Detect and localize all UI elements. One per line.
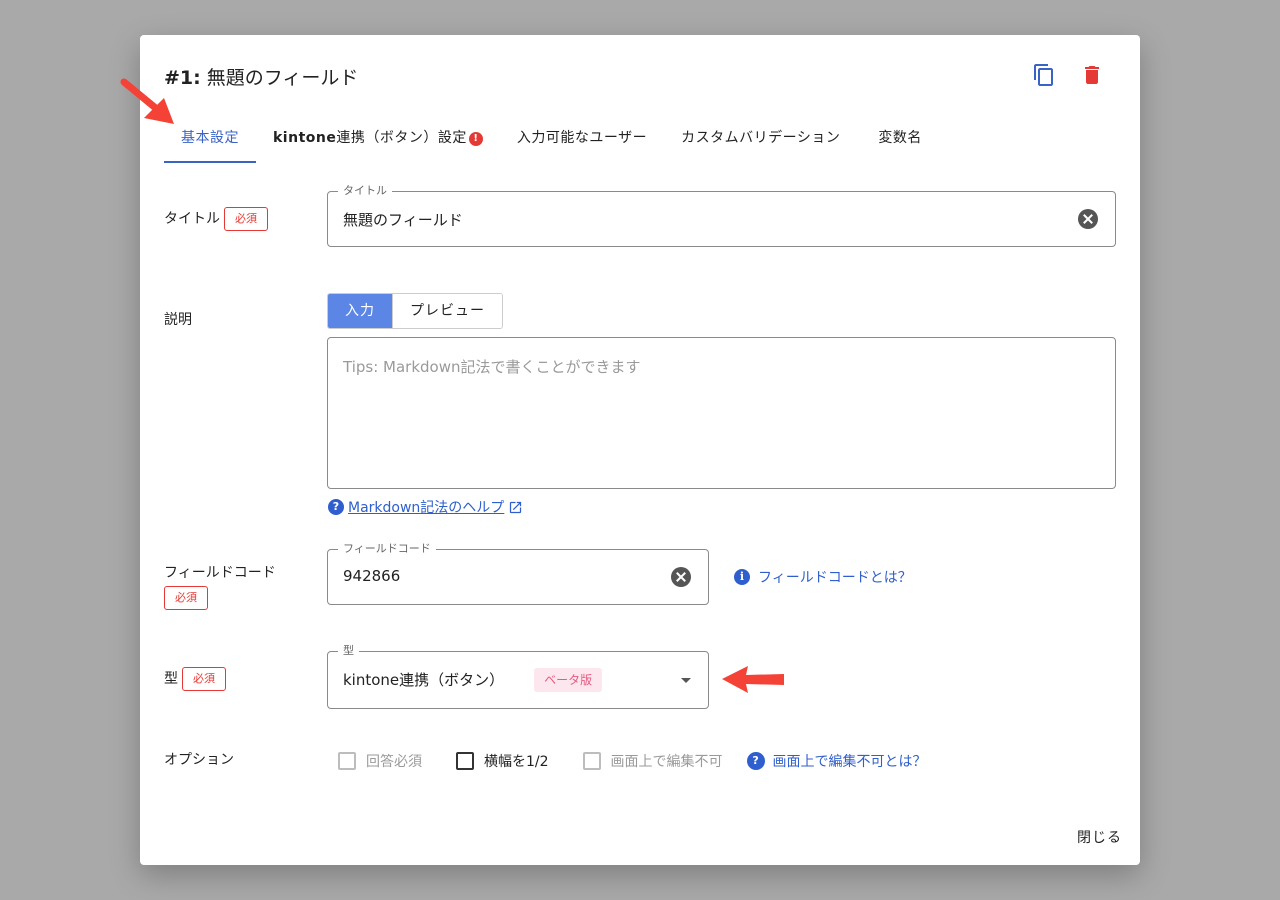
copy-icon: [1034, 64, 1053, 86]
clear-icon[interactable]: [1078, 209, 1098, 229]
required-badge: 必須: [164, 586, 208, 610]
dialog-title: #1: 無題のフィールド: [164, 63, 358, 90]
field-code-value: 942866: [343, 567, 401, 585]
type-select[interactable]: 型 kintone連携（ボタン） ベータ版: [327, 643, 709, 709]
read-only-help-text: 画面上で編集不可とは？: [772, 754, 927, 770]
type-label-text: 型: [164, 671, 178, 687]
description-mode-toggle: 入力 プレビュー: [327, 293, 503, 329]
beta-badge: ベータ版: [534, 668, 603, 692]
field-code-label-text: フィールドコード: [164, 565, 276, 581]
checkbox-required-answer[interactable]: 回答必須: [338, 751, 422, 771]
clear-icon[interactable]: [671, 567, 691, 587]
type-label: 型必須: [164, 667, 226, 691]
tab-label: 連携（ボタン）設定: [336, 130, 467, 146]
type-select-value: kintone連携（ボタン） ベータ版: [343, 668, 603, 692]
required-badge: 必須: [182, 667, 226, 691]
checkbox-box: [582, 752, 601, 770]
trash-icon: [1085, 66, 1099, 84]
annotation-arrow-type: [722, 666, 784, 693]
close-button[interactable]: 閉じる: [1077, 827, 1122, 847]
help-icon: ?: [328, 499, 344, 515]
title-input[interactable]: タイトル 無題のフィールド: [327, 183, 1116, 247]
title-input-legend: タイトル: [338, 183, 392, 199]
title-label-text: タイトル: [164, 211, 220, 227]
tab-label: 入力可能なユーザー: [516, 130, 648, 146]
description-textarea[interactable]: Tips: Markdown記法で書くことができます: [327, 337, 1116, 489]
copy-button[interactable]: [1030, 61, 1058, 89]
checkbox-box: [338, 752, 356, 770]
description-placeholder: Tips: Markdown記法で書くことができます: [343, 358, 641, 376]
dropdown-arrow-icon: [681, 678, 691, 683]
toggle-input-button[interactable]: 入力: [328, 294, 392, 328]
tab-label: 変数名: [878, 130, 922, 146]
markdown-help-link[interactable]: ? Markdown記法のヘルプ: [328, 497, 523, 517]
required-badge: 必須: [224, 207, 268, 231]
delete-button[interactable]: [1078, 61, 1106, 89]
field-code-input[interactable]: フィールドコード 942866: [327, 541, 709, 605]
title-input-value: 無題のフィールド: [343, 211, 463, 229]
help-icon: ?: [746, 752, 765, 770]
markdown-help-text: Markdown記法のヘルプ: [348, 500, 505, 516]
description-label: 説明: [164, 312, 192, 328]
read-only-help-link[interactable]: ? 画面上で編集不可とは？: [746, 751, 927, 771]
type-select-legend: 型: [338, 643, 359, 659]
checkbox-label: 画面上で編集不可: [610, 754, 723, 770]
tab-basic-settings[interactable]: 基本設定: [164, 123, 256, 163]
field-code-info-link[interactable]: i フィールドコードとは？: [734, 567, 912, 587]
tab-allowed-users[interactable]: 入力可能なユーザー: [500, 123, 664, 163]
tab-label-kintone: kintone: [273, 130, 337, 146]
checkbox-read-only[interactable]: 画面上で編集不可: [582, 751, 723, 771]
toggle-preview-button[interactable]: プレビュー: [392, 294, 502, 328]
tab-variable-name[interactable]: 変数名: [861, 123, 939, 163]
external-link-icon: [510, 501, 522, 513]
field-code-label: フィールドコード 必須: [164, 563, 276, 610]
field-code-legend: フィールドコード: [338, 541, 436, 557]
tab-custom-validation[interactable]: カスタムバリデーション: [664, 123, 857, 163]
field-title-text: 無題のフィールド: [206, 67, 359, 89]
tab-kintone-settings[interactable]: kintone連携（ボタン）設定!: [256, 123, 500, 163]
options-label: オプション: [164, 752, 234, 768]
warning-icon: !: [468, 132, 483, 146]
tab-label: カスタムバリデーション: [681, 130, 841, 146]
title-label: タイトル 必須: [164, 207, 268, 231]
info-icon: i: [734, 569, 750, 585]
options-group: 回答必須 横幅を1/2 画面上で編集不可 ? 画面上で編集不可とは？: [338, 751, 927, 771]
checkbox-label: 横幅を1/2: [484, 754, 549, 770]
settings-tabs: 基本設定 kintone連携（ボタン）設定! 入力可能なユーザー カスタムバリデ…: [164, 123, 939, 163]
checkbox-half-width[interactable]: 横幅を1/2: [456, 751, 549, 771]
checkbox-label: 回答必須: [366, 754, 422, 770]
field-code-info-text: フィールドコードとは？: [758, 570, 912, 586]
annotation-arrow-tab: [120, 78, 174, 124]
checkbox-box: [456, 752, 474, 770]
field-settings-dialog: #1: 無題のフィールド 基本設定 kintone連携（ボタン）設定! 入力可能…: [140, 35, 1140, 865]
type-value-text: kintone連携（ボタン）: [343, 671, 505, 689]
tab-label: 基本設定: [181, 130, 239, 146]
